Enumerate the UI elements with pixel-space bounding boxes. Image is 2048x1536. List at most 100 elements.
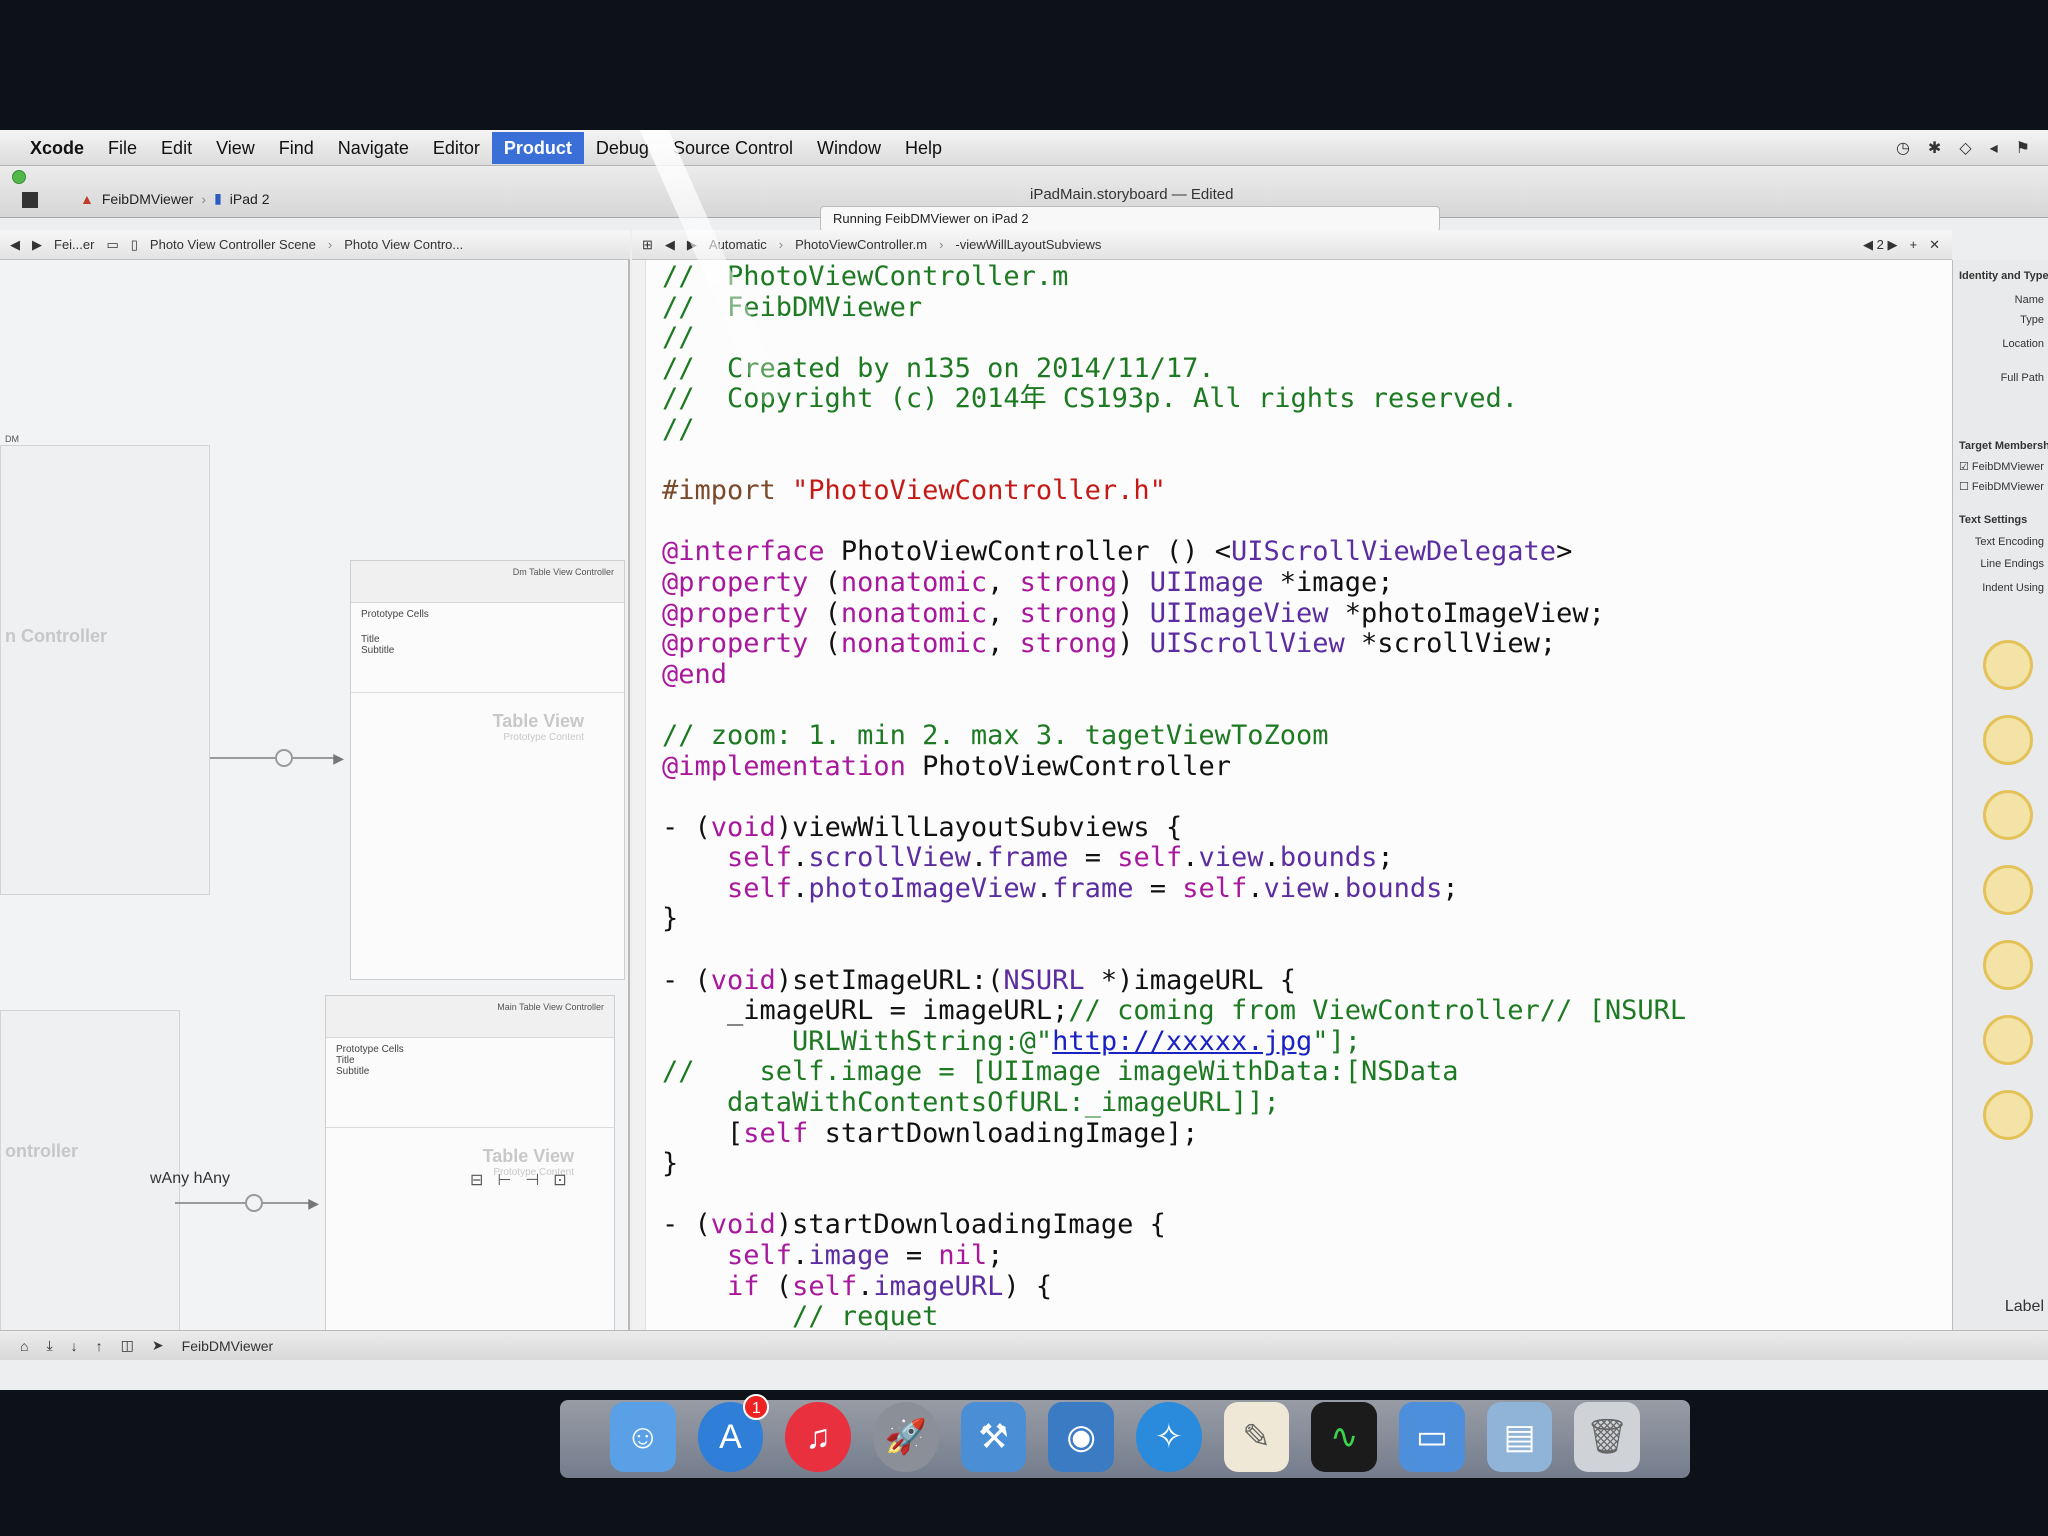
step-over-icon[interactable]: ⤓: [46, 1337, 52, 1354]
code-line[interactable]: }: [662, 904, 1686, 935]
code-line[interactable]: - (void)setImageURL:(NSURL *)imageURL {: [662, 965, 1686, 997]
stop-button[interactable]: [22, 192, 38, 208]
source-code[interactable]: // PhotoViewController.m// FeibDMViewer /…: [662, 261, 1686, 1330]
menu-help[interactable]: Help: [893, 132, 954, 164]
code-line[interactable]: //: [662, 322, 1686, 354]
code-line[interactable]: [662, 782, 1686, 813]
related-items-icon[interactable]: ⊞: [642, 237, 653, 253]
code-line[interactable]: _imageURL = imageURL;// coming from View…: [662, 995, 1686, 1027]
menu-product[interactable]: Product: [491, 131, 584, 164]
time-machine-icon[interactable]: ◷: [1896, 138, 1910, 158]
segue-top[interactable]: ▶: [210, 749, 344, 767]
dm-table-view-controller[interactable]: Dm Table View Controller Prototype Cells…: [350, 560, 625, 980]
code-line[interactable]: @property (nonatomic, strong) UIScrollVi…: [662, 628, 1686, 660]
code-line[interactable]: // requet: [662, 1301, 1686, 1330]
code-line[interactable]: self.scrollView.frame = self.view.bounds…: [662, 842, 1686, 874]
app-store-icon[interactable]: A1: [697, 1394, 770, 1472]
target-checkbox-2[interactable]: ☐ FeibDMViewer: [1959, 480, 2044, 493]
code-line[interactable]: [self startDownloadingImage];: [662, 1118, 1686, 1150]
location-icon[interactable]: ➤: [152, 1337, 164, 1354]
forward-icon[interactable]: ▶: [32, 237, 42, 253]
code-line[interactable]: // PhotoViewController.m: [662, 261, 1686, 293]
safari-icon[interactable]: ✧: [1136, 1402, 1202, 1472]
code-line[interactable]: @property (nonatomic, strong) UIImage *i…: [662, 567, 1686, 599]
prototype-cells[interactable]: Prototype Cells Title Subtitle: [351, 603, 624, 693]
menu-source-control[interactable]: Source Control: [661, 132, 805, 164]
size-class-control[interactable]: wAny hAny: [150, 1170, 230, 1188]
textedit-icon[interactable]: ✎: [1223, 1402, 1290, 1472]
view-controller-top[interactable]: DM n Controller: [0, 434, 210, 895]
menu-view[interactable]: View: [204, 132, 267, 164]
cube-library-icon[interactable]: [1983, 940, 2033, 990]
align-icon[interactable]: ⊟: [470, 1170, 483, 1190]
code-line[interactable]: [662, 1180, 1686, 1211]
launchpad-icon[interactable]: 🚀: [873, 1402, 939, 1472]
jump-bar-item-scene[interactable]: Photo View Controller Scene: [150, 237, 316, 252]
code-line[interactable]: URLWithString:@"http://xxxxx.jpg"];: [662, 1026, 1686, 1058]
prototype-cells[interactable]: Prototype Cells Title Subtitle: [326, 1038, 614, 1128]
debug-target[interactable]: FeibDMViewer: [182, 1338, 274, 1354]
step-out-icon[interactable]: ↑: [96, 1338, 103, 1354]
code-line[interactable]: [662, 446, 1686, 477]
page-view-library-icon[interactable]: [1983, 790, 2033, 840]
code-line[interactable]: }: [662, 1148, 1686, 1180]
jump-bar-item-project[interactable]: Fei...er: [54, 237, 94, 252]
volume-icon[interactable]: ◂: [1990, 138, 1998, 158]
back-icon[interactable]: ◀: [665, 237, 675, 253]
code-line[interactable]: // self.image = [UIImage imageWithData:[…: [662, 1057, 1686, 1088]
next-icon[interactable]: ▶: [1888, 237, 1898, 252]
wifi-icon[interactable]: ◇: [1959, 138, 1971, 158]
preview-icon[interactable]: ◉: [1048, 1402, 1115, 1472]
xcode-icon[interactable]: ⚒: [960, 1402, 1027, 1472]
step-into-icon[interactable]: ↓: [71, 1338, 78, 1354]
resolve-icon[interactable]: ⊣: [525, 1170, 539, 1190]
code-line[interactable]: #import "PhotoViewController.h": [662, 475, 1686, 507]
itunes-icon[interactable]: ♫: [785, 1402, 852, 1472]
downloads-icon[interactable]: ▤: [1486, 1402, 1553, 1472]
code-line[interactable]: - (void)startDownloadingImage {: [662, 1210, 1686, 1241]
label-library-icon[interactable]: [1983, 640, 2033, 690]
av-player-library-icon[interactable]: [1983, 1090, 2033, 1140]
code-line[interactable]: [662, 507, 1686, 538]
view-debugger-icon[interactable]: ◫: [121, 1337, 134, 1354]
menu-editor[interactable]: Editor: [421, 132, 492, 164]
code-line[interactable]: [662, 690, 1686, 721]
code-line[interactable]: dataWithContentsOfURL:_imageURL]];: [662, 1087, 1686, 1119]
code-editor[interactable]: // PhotoViewController.m// FeibDMViewer /…: [632, 260, 1952, 1330]
menu-xcode[interactable]: Xcode: [18, 132, 96, 164]
code-line[interactable]: @property (nonatomic, strong) UIImageVie…: [662, 598, 1686, 630]
code-line[interactable]: // FeibDMViewer: [662, 292, 1686, 324]
back-icon[interactable]: ◀: [10, 237, 20, 253]
menu-navigate[interactable]: Navigate: [326, 132, 421, 164]
flag-icon[interactable]: ⚑: [2016, 138, 2030, 158]
zoom-window-button[interactable]: [12, 170, 26, 184]
prev-icon[interactable]: ◀: [1863, 237, 1873, 252]
close-icon[interactable]: ✕: [1929, 237, 1952, 253]
code-line[interactable]: if (self.imageURL) {: [662, 1271, 1686, 1303]
code-line[interactable]: self.image = nil;: [662, 1240, 1686, 1272]
bluetooth-icon[interactable]: ✱: [1928, 138, 1941, 158]
jump-bar-item-method[interactable]: -viewWillLayoutSubviews: [955, 237, 1101, 252]
code-line[interactable]: // Copyright (c) 2014年 CS193p. All right…: [662, 384, 1686, 415]
menu-file[interactable]: File: [96, 132, 149, 164]
camera-library-icon[interactable]: [1983, 865, 2033, 915]
code-line[interactable]: @interface PhotoViewController () <UIScr…: [662, 537, 1686, 568]
resizing-icon[interactable]: ⊡: [553, 1170, 566, 1190]
editor-counter[interactable]: ◀ 2 ▶: [1863, 237, 1897, 253]
code-line[interactable]: @end: [662, 659, 1686, 691]
editor-gutter[interactable]: [632, 260, 646, 1330]
jump-bar-item-file[interactable]: PhotoViewController.m: [795, 237, 927, 252]
target-checkbox-1[interactable]: ☑ FeibDMViewer: [1959, 460, 2044, 473]
scheme-selector[interactable]: ▲ FeibDMViewer › ▮ iPad 2: [80, 190, 270, 207]
menu-edit[interactable]: Edit: [149, 132, 204, 164]
hide-debug-icon[interactable]: ⌂: [20, 1338, 28, 1354]
trash-icon[interactable]: 🗑: [1574, 1402, 1641, 1472]
menu-window[interactable]: Window: [805, 132, 893, 164]
jump-bar-item-controller[interactable]: Photo View Contro...: [344, 237, 463, 252]
code-line[interactable]: @implementation PhotoViewController: [662, 751, 1686, 783]
menu-find[interactable]: Find: [267, 132, 326, 164]
code-line[interactable]: // zoom: 1. min 2. max 3. tagetViewToZoo…: [662, 720, 1686, 752]
folder-icon[interactable]: ▭: [1399, 1402, 1465, 1472]
split-view-library-icon[interactable]: [1983, 715, 2033, 765]
activity-monitor-icon[interactable]: ∿: [1311, 1402, 1378, 1472]
